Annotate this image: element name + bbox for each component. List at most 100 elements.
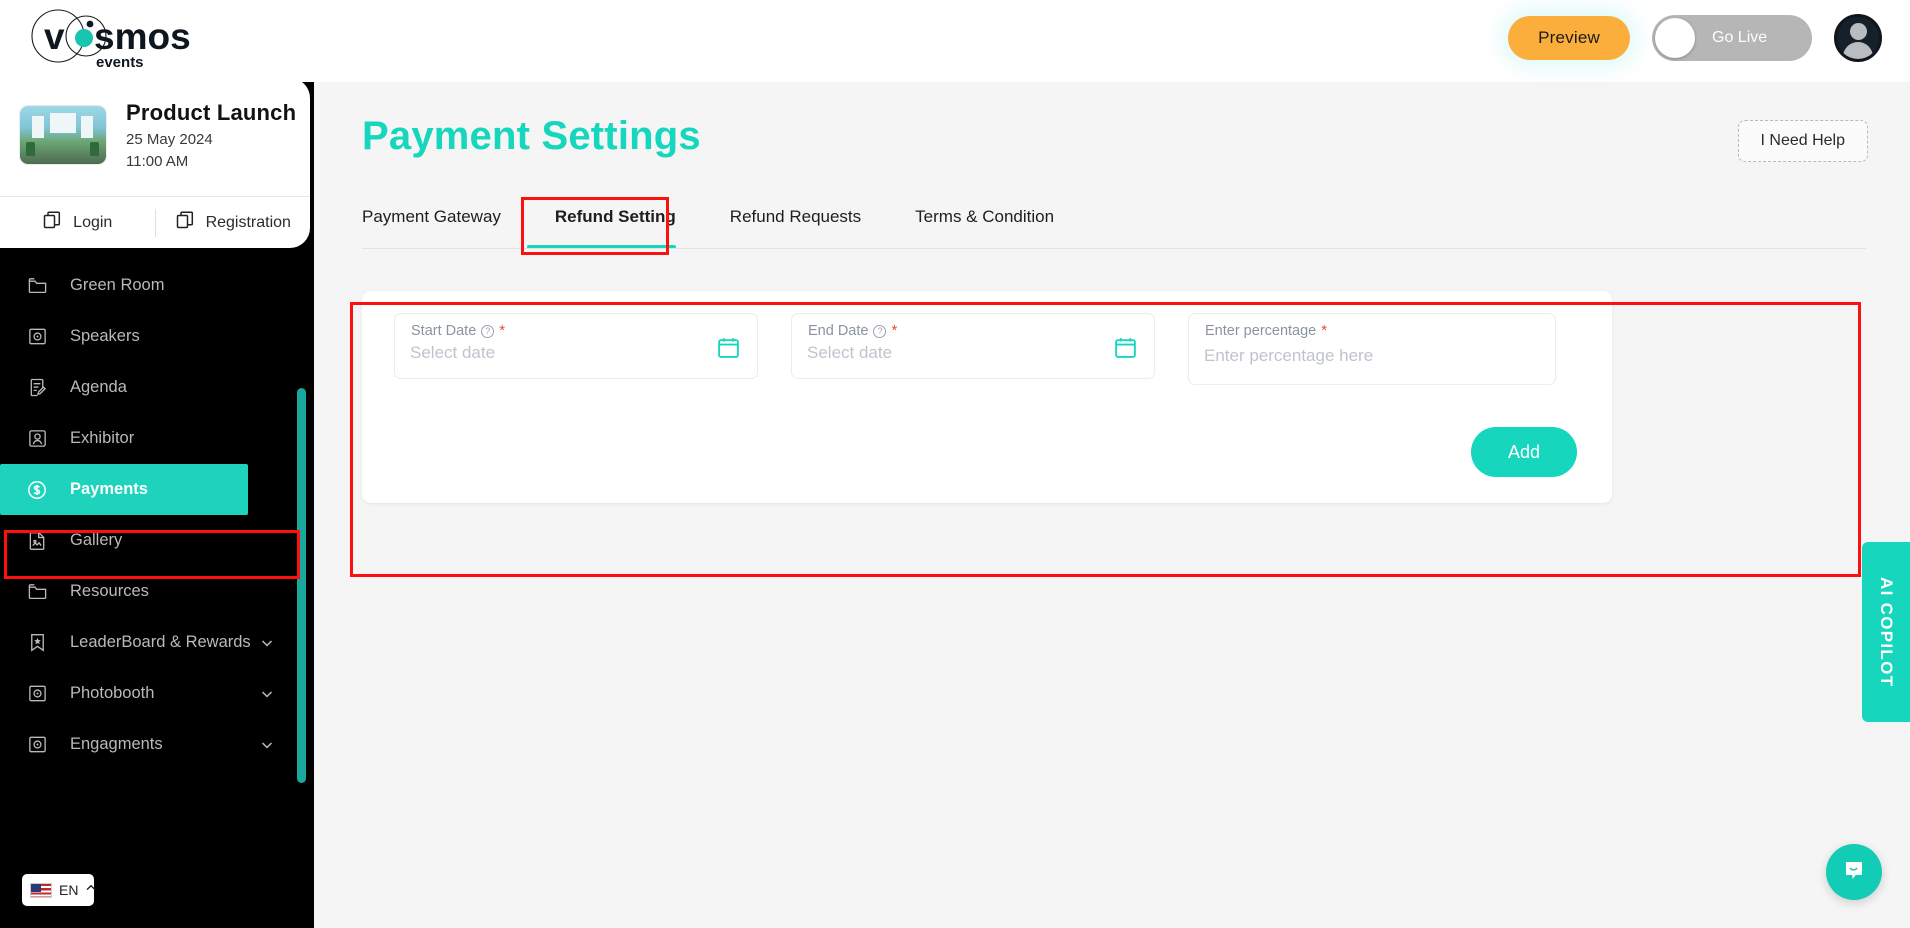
tab-payment-gateway[interactable]: Payment Gateway [362, 197, 527, 249]
sidebar-item-engagments[interactable]: Engagments [0, 719, 306, 770]
go-live-knob [1655, 18, 1695, 58]
folder-icon [26, 581, 48, 603]
percentage-field[interactable]: Enter percentage * Enter percentage here [1188, 313, 1556, 385]
dollar-icon [26, 479, 48, 501]
refund-field-row: Start Date ? * Select date End Date ? * … [362, 291, 1612, 385]
tab-label: Payment Gateway [362, 207, 501, 226]
required-asterisk: * [499, 322, 506, 339]
sidebar-item-label: Agenda [70, 378, 127, 396]
event-card-header: Product Launch 25 May 2024 11:00 AM [0, 78, 310, 170]
chat-support-button[interactable] [1826, 844, 1882, 900]
tab-terms-condition[interactable]: Terms & Condition [887, 197, 1080, 249]
event-time: 11:00 AM [126, 153, 189, 170]
sidebar-item-green-room[interactable]: Green Room [0, 260, 306, 311]
event-title: Product Launch [126, 100, 297, 125]
sidebar: Product Launch 25 May 2024 11:00 AM Logi… [0, 78, 314, 928]
preview-button[interactable]: Preview [1508, 16, 1630, 60]
sidebar-item-label: Speakers [70, 327, 140, 345]
event-thumbnail [20, 106, 106, 164]
ai-copilot-tab[interactable]: AI COPILOT [1862, 542, 1910, 722]
refund-setting-panel: Start Date ? * Select date End Date ? * … [362, 291, 1612, 503]
avatar-body-shape [1843, 42, 1873, 59]
image-icon [26, 530, 48, 552]
sidebar-item-resources[interactable]: Resources [0, 566, 306, 617]
event-date: 25 May 2024 [126, 131, 213, 148]
sidebar-item-label: Photobooth [70, 684, 155, 702]
tab-label: Refund Requests [729, 207, 862, 226]
sidebar-item-speakers[interactable]: Speakers [0, 311, 306, 362]
tab-bar-rule [362, 248, 1866, 249]
camera-icon [26, 734, 48, 756]
i-need-help-button[interactable]: I Need Help [1737, 120, 1868, 162]
help-icon[interactable]: ? [873, 324, 887, 338]
start-date-label-group: Start Date ? * [411, 323, 505, 339]
sidebar-nav: Green Room Speakers Agenda Exhibitor Pay… [0, 260, 306, 770]
chevron-down-icon[interactable] [260, 636, 274, 650]
folder-icon [26, 275, 48, 297]
start-date-placeholder: Select date [410, 343, 496, 362]
help-icon[interactable]: ? [481, 324, 495, 338]
end-date-field[interactable]: End Date ? * Select date [791, 313, 1155, 379]
end-date-label: End Date [808, 323, 869, 339]
start-date-field[interactable]: Start Date ? * Select date [394, 313, 758, 379]
tab-bar: Payment Gateway Refund Setting Refund Re… [362, 197, 1866, 249]
copy-icon [175, 210, 195, 235]
sidebar-item-label: Green Room [70, 276, 165, 294]
svg-text:v: v [44, 16, 65, 57]
avatar-head-shape [1849, 23, 1867, 40]
sidebar-item-label: Engagments [70, 735, 163, 753]
agenda-icon [26, 377, 48, 399]
sidebar-item-exhibitor[interactable]: Exhibitor [0, 413, 306, 464]
svg-text:events: events [96, 54, 144, 71]
required-asterisk: * [1321, 322, 1328, 339]
event-login-label: Login [73, 213, 113, 231]
percentage-label-group: Enter percentage * [1205, 323, 1327, 339]
bookmark-icon [26, 632, 48, 654]
event-card[interactable]: Product Launch 25 May 2024 11:00 AM Logi… [0, 78, 310, 248]
chevron-down-icon[interactable] [260, 738, 274, 752]
go-live-toggle[interactable]: Go Live [1652, 15, 1812, 61]
event-login-link[interactable]: Login [0, 197, 155, 248]
calendar-icon[interactable] [716, 335, 741, 365]
top-bar: v smos events Preview Go Live [0, 0, 1910, 82]
chevron-down-icon[interactable] [260, 687, 274, 701]
event-registration-link[interactable]: Registration [156, 197, 311, 248]
app-root: v smos events Preview Go Live Product La… [0, 0, 1910, 928]
calendar-icon[interactable] [1113, 335, 1138, 365]
tab-refund-setting[interactable]: Refund Setting [526, 197, 702, 249]
avatar[interactable] [1834, 14, 1882, 62]
sidebar-item-payments[interactable]: Payments [0, 464, 248, 515]
sidebar-item-label: Resources [70, 582, 149, 600]
required-asterisk: * [891, 322, 898, 339]
camera-icon [26, 683, 48, 705]
tab-refund-requests[interactable]: Refund Requests [702, 197, 887, 249]
end-date-placeholder: Select date [807, 343, 893, 362]
sidebar-item-label: Payments [70, 480, 148, 498]
event-card-text: Product Launch 25 May 2024 11:00 AM [126, 100, 296, 170]
percentage-placeholder: Enter percentage here [1204, 346, 1374, 365]
sidebar-item-gallery[interactable]: Gallery [0, 515, 306, 566]
ai-copilot-label: AI COPILOT [1877, 576, 1896, 688]
tab-list: Payment Gateway Refund Setting Refund Re… [362, 197, 1866, 249]
sidebar-item-leaderboard-rewards[interactable]: LeaderBoard & Rewards [0, 617, 306, 668]
vosmos-logo[interactable]: v smos events [22, 6, 232, 76]
language-selector[interactable]: EN [22, 874, 97, 906]
percentage-label: Enter percentage [1205, 323, 1317, 339]
event-card-actions: Login Registration [0, 197, 310, 248]
sidebar-item-label: LeaderBoard & Rewards [70, 633, 251, 651]
chevron-up-icon [85, 881, 97, 899]
top-bar-actions: Preview Go Live [1508, 14, 1882, 62]
camera-icon [26, 326, 48, 348]
go-live-label: Go Live [1712, 29, 1768, 46]
sidebar-scrollbar[interactable] [297, 388, 306, 783]
language-code: EN [59, 882, 79, 898]
tab-label: Terms & Condition [915, 207, 1055, 226]
sidebar-item-agenda[interactable]: Agenda [0, 362, 306, 413]
add-button[interactable]: Add [1471, 427, 1577, 477]
person-icon [26, 428, 48, 450]
sidebar-item-photobooth[interactable]: Photobooth [0, 668, 306, 719]
event-registration-label: Registration [205, 213, 291, 231]
main-content: Payment Settings I Need Help Payment Gat… [314, 78, 1910, 928]
copy-icon [42, 210, 62, 235]
avatar-figure [1837, 17, 1879, 59]
